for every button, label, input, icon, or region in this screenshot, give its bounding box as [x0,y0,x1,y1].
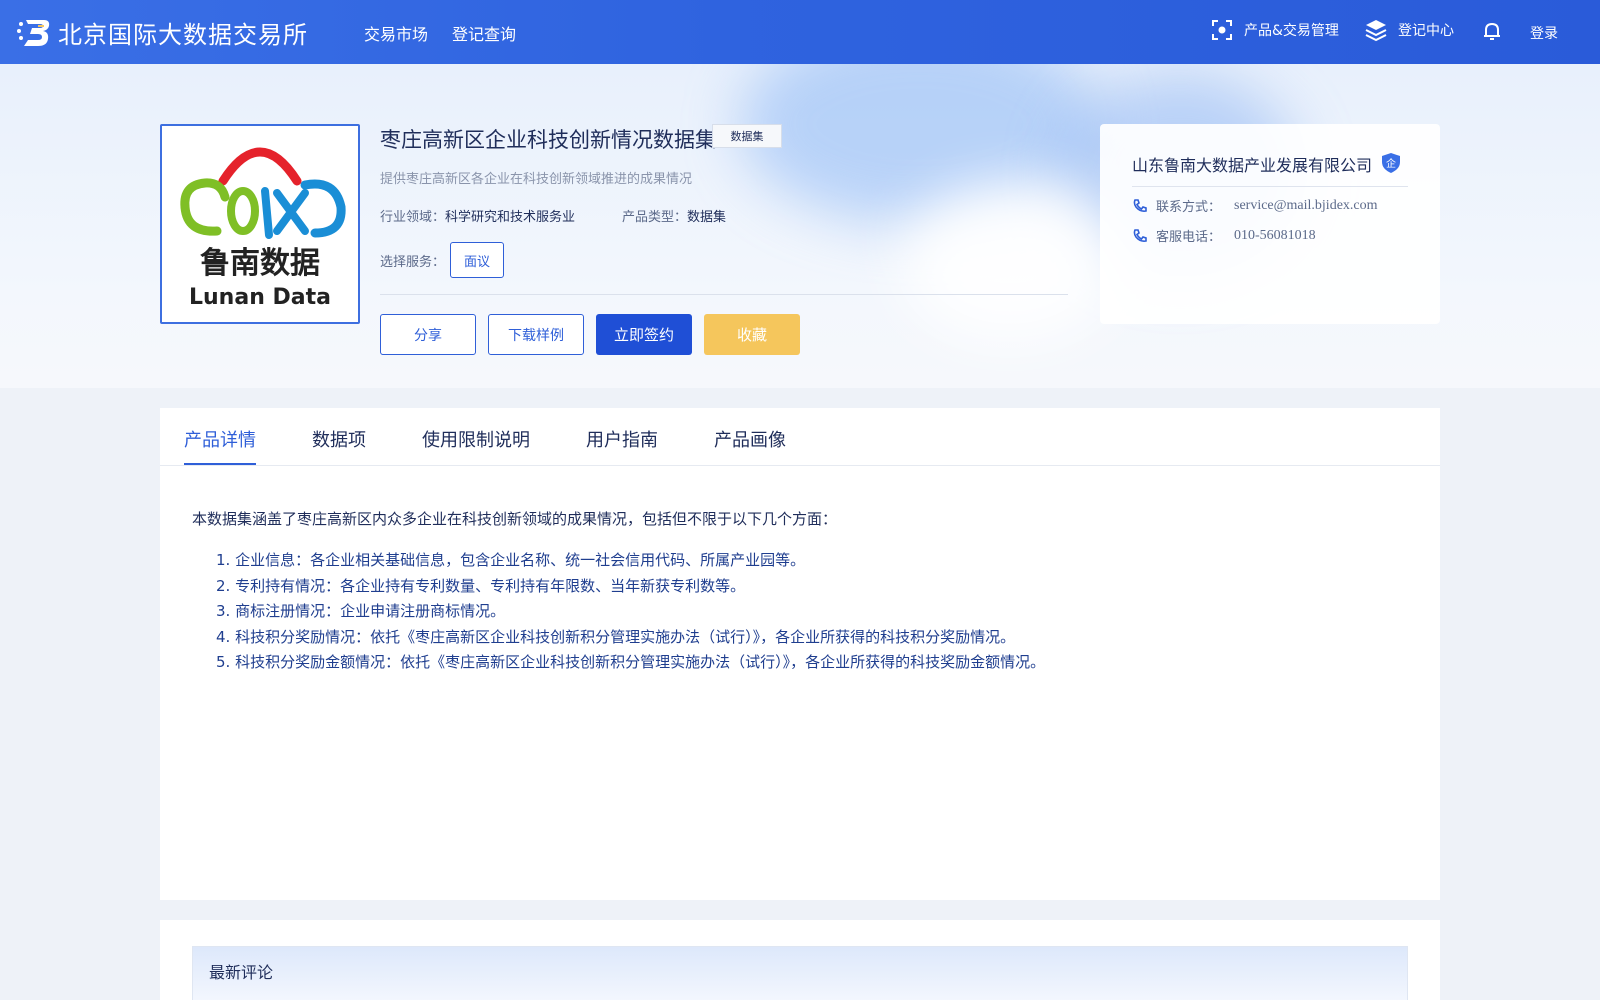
list-item: 1. 企业信息：各企业相关基础信息，包含企业名称、统一社会信用代码、所属产业园等… [216,548,1045,574]
nav-product-trade-label: 产品&交易管理 [1244,23,1339,39]
product-title: 枣庄高新区企业科技创新情况数据集 [380,128,716,152]
list-item-number: 1. [216,551,231,569]
company-card: 山东鲁南大数据产业发展有限公司 企 联系方式： service@mail.bji… [1100,124,1440,324]
select-service-label: 选择服务： [380,255,446,270]
product-subtitle: 提供枣庄高新区各企业在科技创新领域推进的成果情况 [380,172,693,187]
enterprise-verified-icon: 企 [1382,153,1400,173]
hero-decoration [900,184,1120,344]
list-item-text: 科技积分奖励情况：依托《枣庄高新区企业科技创新积分管理实施办法（试行）》，各企业… [235,627,1016,646]
product-type-label: 产品类型： [622,210,688,225]
scan-icon [1212,20,1232,40]
industry-value: 科学研究和技术服务业 [445,210,576,225]
list-item-number: 4. [216,627,231,646]
list-item: 5. 科技积分奖励金额情况：依托《枣庄高新区企业科技创新积分管理实施办法（试行）… [216,650,1045,676]
list-item: 3. 商标注册情况：企业申请注册商标情况。 [216,599,1045,625]
favorite-button[interactable]: 收藏 [704,314,800,355]
verified-badge-text: 企 [1386,157,1396,170]
comments-panel: 最新评论 [160,920,1440,1000]
list-item-number: 3. [216,602,231,620]
contact-email-row: 联系方式： service@mail.bjidex.com [1132,196,1378,215]
comments-header: 最新评论 [192,946,1408,1000]
layers-icon [1365,20,1387,42]
lunan-data-logo: 鲁南数据 Lunan Data [180,147,346,310]
service-phone: 010-56081018 [1234,227,1316,243]
share-button[interactable]: 分享 [380,314,476,355]
detail-intro: 本数据集涵盖了枣庄高新区内众多企业在科技创新领域的成果情况，包括但不限于以下几个… [192,510,838,528]
contact-label: 联系方式： [1156,200,1222,215]
list-item-text: 科技积分奖励金额情况：依托《枣庄高新区企业科技创新积分管理实施办法（试行）》，各… [235,653,1046,671]
download-sample-button[interactable]: 下载样例 [488,314,584,355]
card-divider [1132,186,1408,187]
product-type-meta: 产品类型：数据集 [622,206,726,225]
product-type-value: 数据集 [687,210,727,225]
detail-tabs: 产品详情 数据项 使用限制说明 用户指南 产品画像 [160,408,1440,466]
phone-label: 客服电话： [1156,230,1222,245]
list-item-number: 5. [216,653,231,671]
phone-icon [1133,198,1147,212]
comments-title: 最新评论 [209,963,274,982]
product-type-tag: 数据集 [712,124,782,148]
list-item-text: 企业信息：各企业相关基础信息，包含企业名称、统一社会信用代码、所属产业园等。 [235,551,806,569]
industry-meta: 行业领域：科学研究和技术服务业 [380,206,575,225]
product-detail-panel: 产品详情 数据项 使用限制说明 用户指南 产品画像 本数据集涵盖了枣庄高新区内众… [160,408,1440,900]
tab-user-guide[interactable]: 用户指南 [586,426,658,452]
bell-icon[interactable] [1480,19,1504,43]
nav-register-center[interactable]: 登记中心 [1364,18,1454,42]
nav-registration-query[interactable]: 登记查询 [452,21,516,45]
brand-name: 北京国际大数据交易所 [58,20,308,49]
provider-logo: 鲁南数据 Lunan Data [160,124,360,324]
login-link[interactable]: 登录 [1530,23,1558,43]
service-option-negotiable[interactable]: 面议 [450,242,504,278]
brand-logo-icon [17,20,50,46]
active-tab-indicator [184,463,256,465]
nav-trading-market[interactable]: 交易市场 [364,21,428,45]
tab-usage-restrictions[interactable]: 使用限制说明 [422,426,530,452]
tab-product-profile[interactable]: 产品画像 [714,426,786,452]
logo-text-cn: 鲁南数据 [200,246,320,281]
tab-product-details[interactable]: 产品详情 [184,426,256,452]
nav-register-center-label: 登记中心 [1398,23,1454,39]
phone-icon [1133,228,1147,242]
sign-now-button[interactable]: 立即签约 [596,314,692,355]
contact-email[interactable]: service@mail.bjidex.com [1234,198,1378,214]
tab-data-items[interactable]: 数据项 [312,426,366,452]
nav-product-trade-management[interactable]: 产品&交易管理 [1210,18,1339,42]
detail-list: 1. 企业信息：各企业相关基础信息，包含企业名称、统一社会信用代码、所属产业园等… [216,548,1045,676]
top-nav-bar: 北京国际大数据交易所 交易市场 登记查询 产品&交易管理 登记中心 登录 [0,0,1600,64]
list-item: 2. 专利持有情况：各企业持有专利数量、专利持有年限数、当年新获专利数等。 [216,574,1045,600]
list-item-text: 商标注册情况：企业申请注册商标情况。 [235,602,506,620]
list-item-number: 2. [216,576,231,595]
list-item: 4. 科技积分奖励情况：依托《枣庄高新区企业科技创新积分管理实施办法（试行）》，… [216,625,1045,651]
brand[interactable]: 北京国际大数据交易所 [16,14,308,50]
list-item-text: 专利持有情况：各企业持有专利数量、专利持有年限数、当年新获专利数等。 [235,576,746,595]
divider [380,294,1068,295]
company-name[interactable]: 山东鲁南大数据产业发展有限公司 [1132,152,1372,176]
industry-label: 行业领域： [380,210,446,225]
service-phone-row: 客服电话： 010-56081018 [1132,226,1316,245]
logo-text-en: Lunan Data [189,285,331,310]
